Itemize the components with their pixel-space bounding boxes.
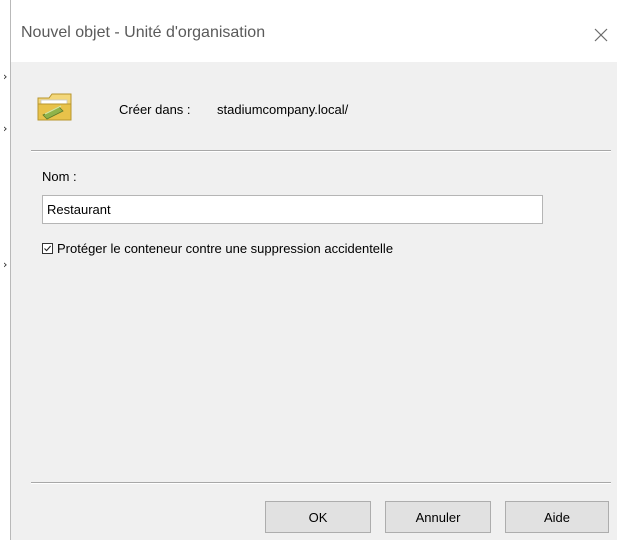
name-label: Nom : bbox=[42, 169, 77, 184]
close-button[interactable] bbox=[584, 18, 617, 52]
title-bar: Nouvel objet - Unité d'organisation bbox=[11, 0, 617, 62]
folder-icon bbox=[35, 88, 75, 126]
top-separator bbox=[31, 150, 611, 152]
ok-button[interactable]: OK bbox=[265, 501, 371, 533]
protect-checkbox[interactable] bbox=[42, 242, 53, 254]
close-icon bbox=[594, 28, 608, 42]
new-ou-dialog: Nouvel objet - Unité d'organisation Crée… bbox=[10, 0, 617, 540]
name-input[interactable] bbox=[42, 195, 543, 224]
background-chevron-icon: › bbox=[3, 70, 8, 83]
dialog-body: Créer dans : stadiumcompany.local/ Nom :… bbox=[11, 62, 617, 540]
background-window-edge: › › › bbox=[0, 60, 10, 340]
help-button[interactable]: Aide bbox=[505, 501, 609, 533]
protect-label: Protéger le conteneur contre une suppres… bbox=[57, 240, 394, 256]
bottom-separator bbox=[31, 482, 611, 484]
background-chevron-icon: › bbox=[3, 122, 8, 135]
create-in-path: stadiumcompany.local/ bbox=[217, 102, 349, 117]
checkmark-icon bbox=[44, 245, 52, 251]
protect-checkbox-row[interactable]: Protéger le conteneur contre une suppres… bbox=[42, 240, 393, 256]
cancel-button[interactable]: Annuler bbox=[385, 501, 491, 533]
dialog-title: Nouvel objet - Unité d'organisation bbox=[21, 24, 266, 41]
create-in-label: Créer dans : bbox=[119, 102, 191, 117]
background-chevron-icon: › bbox=[3, 258, 8, 271]
